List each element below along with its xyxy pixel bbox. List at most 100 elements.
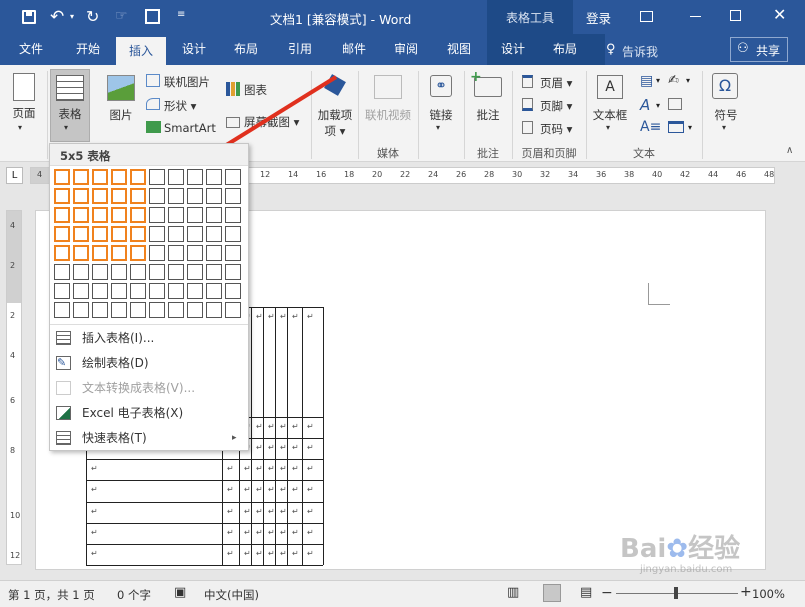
grid-cell[interactable] [130,169,146,185]
grid-cell[interactable] [130,245,146,261]
page-count[interactable]: 第 1 页，共 1 页 [8,587,95,603]
grid-cell[interactable] [73,207,89,223]
menu-quick-tables[interactable]: 快速表格(T) ▸ [50,426,248,451]
grid-cell[interactable] [111,264,127,280]
grid-cell[interactable] [206,226,222,242]
grid-cell[interactable] [187,188,203,204]
proofing-icon[interactable]: ▣ [174,585,186,600]
grid-cell[interactable] [149,207,165,223]
grid-cell[interactable] [130,264,146,280]
menu-insert-table[interactable]: 插入表格(I)... [50,326,248,351]
grid-cell[interactable] [149,226,165,242]
zoom-thumb[interactable] [674,587,678,599]
grid-cell[interactable] [111,302,127,318]
grid-cell[interactable] [54,264,70,280]
grid-cell[interactable] [92,226,108,242]
watermark-logo: Bai✿经验 [620,534,741,564]
grid-cell[interactable] [111,169,127,185]
grid-cell[interactable] [187,169,203,185]
grid-cell[interactable] [73,245,89,261]
grid-cell[interactable] [92,283,108,299]
read-mode-icon[interactable]: ▥ [507,585,519,600]
grid-cell[interactable] [111,245,127,261]
grid-cell[interactable] [225,169,241,185]
grid-cell[interactable] [168,169,184,185]
grid-cell[interactable] [225,245,241,261]
grid-cell[interactable] [54,169,70,185]
grid-cell[interactable] [168,283,184,299]
grid-cell[interactable] [206,302,222,318]
grid-cell[interactable] [73,188,89,204]
watermark-url: jingyan.baidu.com [640,564,733,575]
grid-cell[interactable] [130,283,146,299]
grid-cell[interactable] [225,226,241,242]
grid-cell[interactable] [168,264,184,280]
zoom-in-button[interactable]: + [740,584,752,600]
grid-cell[interactable] [73,169,89,185]
zoom-out-button[interactable]: − [601,585,613,601]
grid-cell[interactable] [149,283,165,299]
word-count[interactable]: 0 个字 [117,587,151,603]
grid-cell[interactable] [149,302,165,318]
submenu-arrow-icon: ▸ [232,433,237,443]
grid-cell[interactable] [111,188,127,204]
grid-cell[interactable] [149,169,165,185]
grid-cell[interactable] [111,283,127,299]
table-size-grid[interactable] [50,166,248,320]
grid-cell[interactable] [187,226,203,242]
grid-cell[interactable] [206,283,222,299]
grid-cell[interactable] [225,264,241,280]
grid-cell[interactable] [92,207,108,223]
grid-cell[interactable] [54,302,70,318]
grid-cell[interactable] [225,302,241,318]
grid-cell[interactable] [111,226,127,242]
grid-cell[interactable] [168,207,184,223]
grid-cell[interactable] [130,302,146,318]
grid-cell[interactable] [73,226,89,242]
grid-cell[interactable] [149,245,165,261]
grid-cell[interactable] [168,302,184,318]
grid-cell[interactable] [54,188,70,204]
grid-cell[interactable] [187,302,203,318]
grid-cell[interactable] [187,245,203,261]
grid-cell[interactable] [187,207,203,223]
excel-icon [56,406,71,420]
zoom-level[interactable]: 100% [752,587,785,601]
language[interactable]: 中文(中国) [204,587,259,603]
grid-cell[interactable] [130,207,146,223]
grid-cell[interactable] [54,283,70,299]
grid-cell[interactable] [206,188,222,204]
grid-cell[interactable] [92,169,108,185]
print-layout-view-icon[interactable] [543,584,561,602]
grid-cell[interactable] [168,226,184,242]
grid-cell[interactable] [92,245,108,261]
grid-cell[interactable] [130,188,146,204]
grid-cell[interactable] [92,302,108,318]
grid-cell[interactable] [225,188,241,204]
grid-cell[interactable] [111,207,127,223]
grid-cell[interactable] [206,169,222,185]
grid-cell[interactable] [168,188,184,204]
grid-cell[interactable] [54,245,70,261]
grid-cell[interactable] [73,302,89,318]
grid-cell[interactable] [225,207,241,223]
grid-cell[interactable] [187,283,203,299]
grid-cell[interactable] [187,264,203,280]
grid-cell[interactable] [225,283,241,299]
menu-excel-spreadsheet[interactable]: Excel 电子表格(X) [50,401,248,426]
grid-cell[interactable] [73,264,89,280]
grid-cell[interactable] [54,226,70,242]
grid-cell[interactable] [206,264,222,280]
grid-cell[interactable] [92,188,108,204]
grid-cell[interactable] [206,207,222,223]
grid-cell[interactable] [92,264,108,280]
grid-cell[interactable] [206,245,222,261]
web-layout-icon[interactable]: ▤ [580,585,592,600]
menu-draw-table[interactable]: ✎ 绘制表格(D) [50,351,248,376]
grid-cell[interactable] [130,226,146,242]
grid-cell[interactable] [54,207,70,223]
grid-cell[interactable] [149,188,165,204]
grid-cell[interactable] [168,245,184,261]
grid-cell[interactable] [149,264,165,280]
grid-cell[interactable] [73,283,89,299]
